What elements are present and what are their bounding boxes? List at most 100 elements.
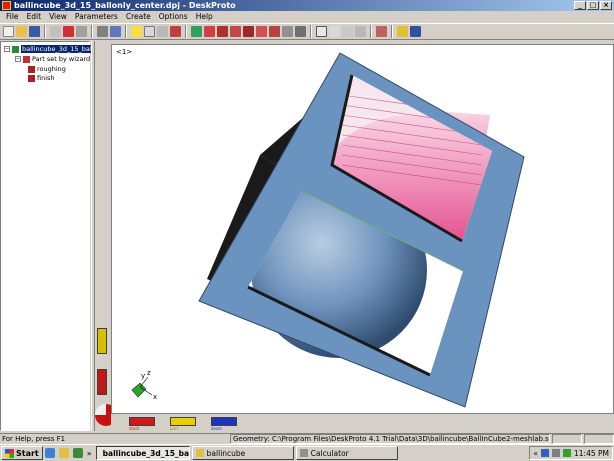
- volume-icon[interactable]: [552, 449, 560, 457]
- axis-z-label: z: [147, 369, 151, 377]
- toolbar-separator: [44, 25, 46, 38]
- menu-options[interactable]: Options: [155, 12, 192, 21]
- grid-view-icon[interactable]: [144, 26, 155, 37]
- tree-operation-roughing[interactable]: roughing: [28, 65, 66, 73]
- import-icon[interactable]: [76, 26, 87, 37]
- collapse-icon[interactable]: −: [4, 46, 10, 52]
- view-bottom-icon[interactable]: [269, 26, 280, 37]
- view-right-icon[interactable]: [243, 26, 254, 37]
- copy-icon[interactable]: [50, 26, 61, 37]
- start-button[interactable]: Start: [1, 446, 43, 460]
- tree-operation-finish[interactable]: finish: [28, 74, 55, 82]
- menu-file[interactable]: File: [2, 12, 23, 21]
- toolbar-separator: [391, 25, 393, 38]
- status-panel: [552, 434, 582, 444]
- help-icon[interactable]: [410, 26, 421, 37]
- view-iso-icon[interactable]: [282, 26, 293, 37]
- viewport-label: <1>: [116, 48, 133, 56]
- view-front-icon[interactable]: [204, 26, 215, 37]
- 3d-scene: y z x: [131, 52, 525, 408]
- menu-help[interactable]: Help: [192, 12, 217, 21]
- status-help: For Help, press F1: [2, 435, 66, 443]
- stock-swatch-label: stock: [129, 426, 140, 431]
- folder-icon: [195, 449, 204, 457]
- part-icon: [23, 55, 30, 63]
- new-file-icon[interactable]: [3, 26, 14, 37]
- maximize-button[interactable]: □: [587, 1, 599, 10]
- task-deskproto[interactable]: ballincube_3d_15_bal...: [95, 446, 190, 460]
- print-icon[interactable]: [97, 26, 108, 37]
- select-icon[interactable]: [316, 26, 327, 37]
- axis-gizmo: y z x: [131, 369, 157, 401]
- quicklaunch-browser-icon[interactable]: [44, 448, 55, 458]
- toolbar-separator: [310, 25, 312, 38]
- start-label: Start: [16, 448, 39, 458]
- info-icon[interactable]: [131, 26, 142, 37]
- toolbar: [0, 23, 614, 40]
- axis-x-label: x: [153, 393, 157, 401]
- zoom-icon[interactable]: [342, 26, 353, 37]
- zoom-window-icon[interactable]: [355, 26, 366, 37]
- pan-icon[interactable]: [329, 26, 340, 37]
- quicklaunch-folder-icon[interactable]: [58, 448, 69, 458]
- view-left-icon[interactable]: [230, 26, 241, 37]
- simulate-icon[interactable]: [376, 26, 387, 37]
- view-back-icon[interactable]: [217, 26, 228, 37]
- menu-parameters[interactable]: Parameters: [71, 12, 122, 21]
- quicklaunch-chevron[interactable]: »: [87, 449, 92, 458]
- network-icon[interactable]: [541, 449, 549, 457]
- task-ballincube[interactable]: ballincube: [191, 446, 294, 460]
- task-label: Calculator: [310, 448, 349, 458]
- task-calculator[interactable]: Calculator: [295, 446, 398, 460]
- project-icon: [12, 45, 19, 53]
- 3d-viewport[interactable]: <1> y z x: [111, 44, 614, 414]
- system-tray: « 11:45 PM: [529, 446, 613, 460]
- window-title: ballincube_3d_15_ballonly_center.dpj - D…: [14, 1, 236, 10]
- tree-operation-label[interactable]: roughing: [37, 65, 66, 73]
- eye-icon[interactable]: [191, 26, 202, 37]
- minimize-button[interactable]: _: [574, 1, 586, 10]
- print-preview-icon[interactable]: [110, 26, 121, 37]
- zoom-swatch[interactable]: [211, 417, 237, 426]
- task-label: ballincube_3d_15_bal...: [102, 448, 190, 458]
- calculator-icon: [299, 449, 308, 457]
- layout-icon[interactable]: [157, 26, 168, 37]
- tree-root-label[interactable]: ballincube_3d_15_bal: [21, 45, 93, 53]
- part-wizard-icon[interactable]: [63, 26, 74, 37]
- tree-root-node[interactable]: − ballincube_3d_15_bal: [4, 45, 93, 53]
- app-icon[interactable]: [2, 1, 11, 10]
- zoom-swatch-label: zoom: [211, 426, 222, 431]
- view-rotate-icon[interactable]: [295, 26, 306, 37]
- title-bar: ballincube_3d_15_ballonly_center.dpj - D…: [0, 0, 614, 11]
- taskbar: Start » ballincube_3d_15_bal... ballincu…: [0, 444, 614, 461]
- tree-operation-label[interactable]: finish: [37, 74, 55, 82]
- tray-expand-chevron[interactable]: «: [533, 449, 538, 458]
- axis-y-label: y: [141, 372, 145, 380]
- collapse-icon[interactable]: −: [15, 56, 21, 62]
- stock-indicator-red: [97, 369, 107, 395]
- tray-app-icon[interactable]: [563, 449, 571, 457]
- save-icon[interactable]: [29, 26, 40, 37]
- view-top-icon[interactable]: [256, 26, 267, 37]
- menu-view[interactable]: View: [45, 12, 71, 21]
- quicklaunch-desktop-icon[interactable]: [72, 448, 83, 458]
- menu-bar: File Edit View Parameters Create Options…: [0, 11, 614, 22]
- stock-swatch[interactable]: [129, 417, 155, 426]
- tree-part-label[interactable]: Part set by wizard: [32, 55, 90, 63]
- part-swatch[interactable]: [170, 417, 196, 426]
- task-label: ballincube: [206, 448, 246, 458]
- toolbar-separator: [185, 25, 187, 38]
- status-bar: For Help, press F1 Geometry: C:\Program …: [0, 433, 614, 444]
- toolpath-icon[interactable]: [170, 26, 181, 37]
- menu-edit[interactable]: Edit: [23, 12, 46, 21]
- close-button[interactable]: ×: [600, 1, 612, 10]
- windows-flag-icon: [5, 448, 14, 458]
- operation-icon: [28, 65, 35, 73]
- menu-create[interactable]: Create: [122, 12, 155, 21]
- project-tree: − ballincube_3d_15_bal − Part set by wiz…: [0, 41, 93, 431]
- view-side-strip: [95, 41, 117, 431]
- status-panel: [584, 434, 614, 444]
- tree-part-node[interactable]: − Part set by wizard: [15, 55, 90, 63]
- settings-icon[interactable]: [397, 26, 408, 37]
- open-folder-icon[interactable]: [16, 26, 27, 37]
